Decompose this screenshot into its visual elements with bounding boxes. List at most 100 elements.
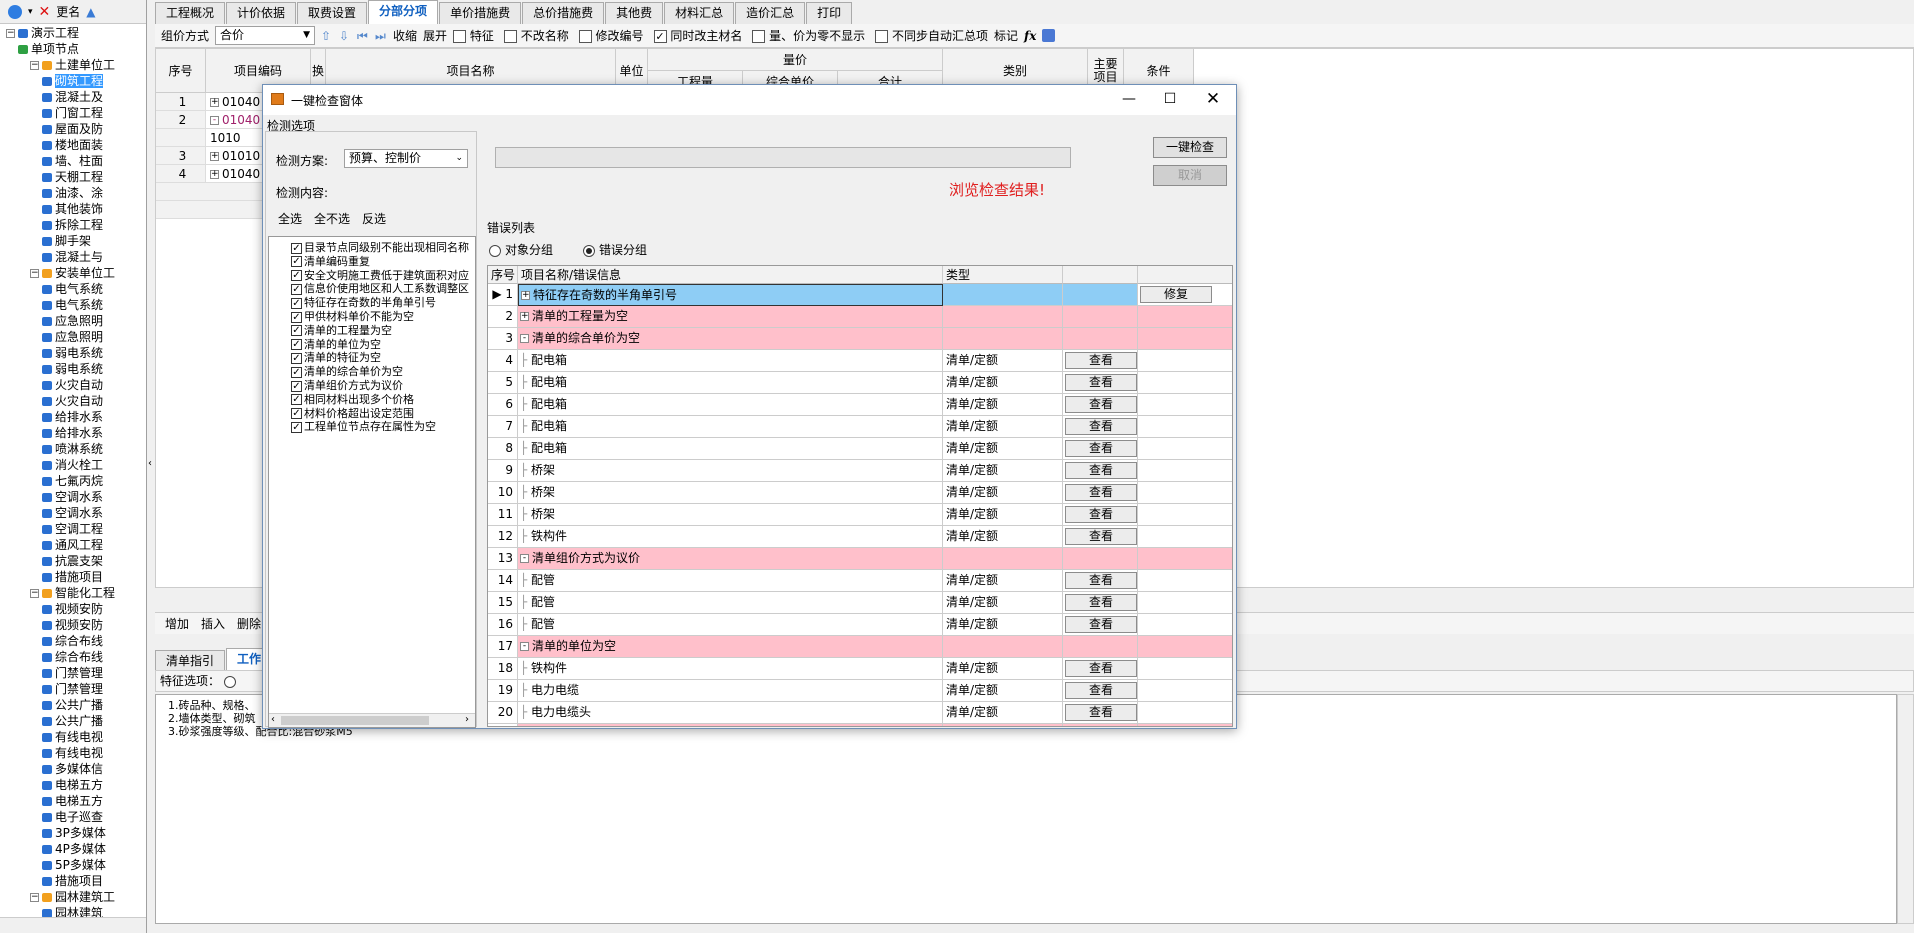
view-button[interactable]: 查看 bbox=[1065, 462, 1137, 479]
tree-node[interactable]: 混凝土与 bbox=[42, 249, 103, 265]
move-up-icon[interactable]: ▲ bbox=[86, 5, 95, 19]
object-group-option[interactable]: 对象分组 bbox=[489, 241, 553, 258]
check-item[interactable]: ✓ 相同材料出现多个价格 bbox=[291, 393, 414, 406]
toolbar-option[interactable]: 不同步自动汇总项 bbox=[875, 27, 988, 44]
tree-node[interactable]: 弱电系统 bbox=[42, 345, 103, 361]
checkbox[interactable]: ✓ bbox=[291, 380, 302, 392]
expand-icon[interactable]: + bbox=[520, 312, 529, 321]
feature-text-scrollbar[interactable] bbox=[1897, 694, 1914, 924]
view-button[interactable]: 查看 bbox=[1065, 594, 1137, 611]
error-item-row[interactable]: 4 ├ 配电箱 清单/定额 查看 bbox=[488, 350, 1232, 372]
expand-icon[interactable]: + bbox=[210, 98, 219, 107]
error-group-option[interactable]: 错误分组 bbox=[583, 241, 647, 258]
error-group-row[interactable]: 21+清单的特征为空 bbox=[488, 724, 1232, 726]
view-button[interactable]: 查看 bbox=[1065, 506, 1137, 523]
dialog-titlebar[interactable]: 一键检查窗体 — ☐ ✕ bbox=[263, 85, 1236, 115]
dropdown-icon[interactable]: ▾ bbox=[28, 7, 33, 17]
tree-horizontal-scrollbar[interactable] bbox=[0, 917, 146, 933]
add-icon[interactable] bbox=[8, 4, 22, 19]
tree-node[interactable]: 给排水系 bbox=[42, 425, 103, 441]
comment-icon[interactable] bbox=[1042, 29, 1056, 42]
error-item-row[interactable]: 14 ├ 配管 清单/定额 查看 bbox=[488, 570, 1232, 592]
toolbar-option[interactable]: ✓ 同时改主材名 bbox=[653, 27, 742, 44]
check-item[interactable]: ✓ 清单编码重复 bbox=[291, 255, 370, 268]
tree-node[interactable]: 混凝土及 bbox=[42, 89, 103, 105]
toolbar-option[interactable]: 不改名称 bbox=[503, 27, 569, 44]
result-message[interactable]: 浏览检查结果! bbox=[949, 179, 1045, 200]
tree-node[interactable]: 综合布线 bbox=[42, 633, 103, 649]
expand-icon[interactable]: + bbox=[521, 291, 530, 300]
tree-node[interactable]: 空调水系 bbox=[42, 505, 103, 521]
collapse-icon[interactable]: − bbox=[30, 269, 39, 278]
tree-node[interactable]: 门禁管理 bbox=[42, 681, 103, 697]
panel-splitter[interactable]: ‹ bbox=[147, 0, 155, 933]
tab-打印[interactable]: 打印 bbox=[806, 2, 853, 24]
view-button[interactable]: 查看 bbox=[1065, 704, 1137, 721]
collapse-icon[interactable]: − bbox=[30, 61, 39, 70]
tree-node[interactable]: 油漆、涂 bbox=[42, 185, 103, 201]
tree-node[interactable]: 消火栓工 bbox=[42, 457, 103, 473]
error-item-row[interactable]: 9 ├ 桥架 清单/定额 查看 bbox=[488, 460, 1232, 482]
scroll-right-icon[interactable]: › bbox=[465, 714, 469, 725]
check-item[interactable]: ✓ 特征存在奇数的半角单引号 bbox=[291, 296, 436, 309]
view-button[interactable]: 查看 bbox=[1065, 572, 1137, 589]
checkbox[interactable]: ✓ bbox=[291, 366, 302, 378]
error-item-row[interactable]: 6 ├ 配电箱 清单/定额 查看 bbox=[488, 394, 1232, 416]
check-list-hscrollbar[interactable]: ‹ › bbox=[269, 713, 475, 727]
scroll-left-icon[interactable]: ‹ bbox=[271, 714, 275, 725]
tree-node[interactable]: 电子巡查 bbox=[42, 809, 103, 825]
check-item[interactable]: ✓ 信息价使用地区和人工系数调整区 bbox=[291, 282, 469, 295]
view-button[interactable]: 查看 bbox=[1065, 660, 1137, 677]
checkbox[interactable]: ✓ bbox=[291, 311, 302, 323]
checkbox[interactable]: ✓ bbox=[291, 325, 302, 337]
check-item[interactable]: ✓ 甲供材料单价不能为空 bbox=[291, 310, 414, 323]
check-item[interactable]: ✓ 材料价格超出设定范围 bbox=[291, 407, 414, 420]
tree-node[interactable]: 拆除工程 bbox=[42, 217, 103, 233]
view-button[interactable]: 查看 bbox=[1065, 484, 1137, 501]
collapse-icon[interactable]: - bbox=[210, 116, 219, 125]
error-item-row[interactable]: 16 ├ 配管 清单/定额 查看 bbox=[488, 614, 1232, 636]
view-button[interactable]: 查看 bbox=[1065, 352, 1137, 369]
move-down-icon[interactable]: ⇩ bbox=[339, 30, 351, 42]
tab-计价依据[interactable]: 计价依据 bbox=[226, 2, 297, 24]
tab-取费设置[interactable]: 取费设置 bbox=[297, 2, 368, 24]
checkbox[interactable]: ✓ bbox=[291, 270, 302, 282]
tree-node[interactable]: 措施项目 bbox=[42, 569, 103, 585]
error-group-radio[interactable] bbox=[583, 244, 596, 257]
view-button[interactable]: 查看 bbox=[1065, 418, 1137, 435]
error-item-row[interactable]: 7 ├ 配电箱 清单/定额 查看 bbox=[488, 416, 1232, 438]
tree-node[interactable]: 给排水系 bbox=[42, 409, 103, 425]
minimize-icon[interactable]: — bbox=[1115, 89, 1143, 109]
error-item-row[interactable]: 8 ├ 配电箱 清单/定额 查看 bbox=[488, 438, 1232, 460]
tree-node[interactable]: 应急照明 bbox=[42, 313, 103, 329]
error-item-row[interactable]: 19 ├ 电力电缆 清单/定额 查看 bbox=[488, 680, 1232, 702]
collapse-left-icon[interactable]: ‹ bbox=[148, 458, 152, 469]
check-item[interactable]: ✓ 目录节点同级别不能出现相同名称 bbox=[291, 241, 469, 254]
tree-node[interactable]: 电气系统 bbox=[42, 297, 103, 313]
check-item[interactable]: ✓ 清单的工程量为空 bbox=[291, 324, 392, 337]
view-button[interactable]: 查看 bbox=[1065, 396, 1137, 413]
checkbox[interactable] bbox=[752, 30, 766, 43]
expand-button[interactable]: 展开 bbox=[423, 27, 447, 44]
fix-button[interactable]: 修复 bbox=[1140, 286, 1212, 303]
checkbox[interactable]: ✓ bbox=[291, 242, 302, 254]
error-item-row[interactable]: 5 ├ 配电箱 清单/定额 查看 bbox=[488, 372, 1232, 394]
check-item[interactable]: ✓ 清单的单位为空 bbox=[291, 338, 381, 351]
tree-node[interactable]: − 智能化工程 bbox=[30, 585, 115, 601]
toolbar-option[interactable]: 量、价为零不显示 bbox=[752, 27, 865, 44]
tree-node[interactable]: − 土建单位工 bbox=[30, 57, 115, 73]
tree-node[interactable]: 综合布线 bbox=[42, 649, 103, 665]
tree-node[interactable]: 楼地面装 bbox=[42, 137, 103, 153]
view-button[interactable]: 查看 bbox=[1065, 528, 1137, 545]
move-up-icon[interactable]: ⇧ bbox=[321, 30, 333, 42]
tree-node[interactable]: 通风工程 bbox=[42, 537, 103, 553]
collapse-icon[interactable]: − bbox=[30, 589, 39, 598]
tree-node[interactable]: 有线电视 bbox=[42, 729, 103, 745]
tree-node[interactable]: 5P多媒体 bbox=[42, 857, 106, 873]
collapse-icon[interactable]: − bbox=[6, 29, 15, 38]
checkbox[interactable]: ✓ bbox=[291, 297, 302, 309]
tree-node[interactable]: 3P多媒体 bbox=[42, 825, 106, 841]
tree-node[interactable]: 4P多媒体 bbox=[42, 841, 106, 857]
error-item-row[interactable]: 12 ├ 铁构件 清单/定额 查看 bbox=[488, 526, 1232, 548]
collapse-icon[interactable]: - bbox=[520, 554, 529, 563]
